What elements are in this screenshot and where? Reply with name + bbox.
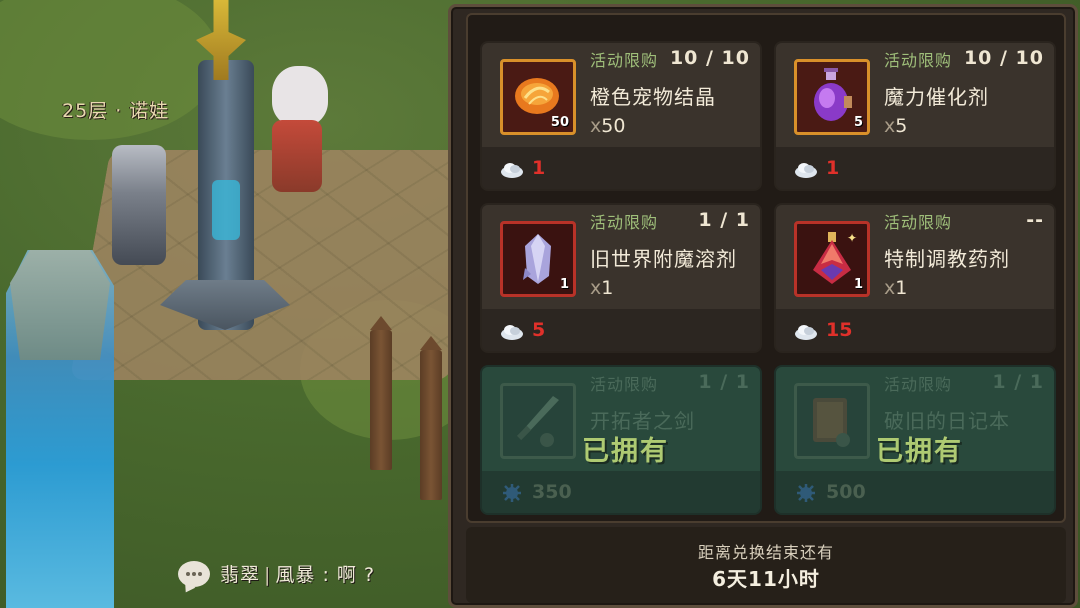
qty-prefix: x	[884, 277, 896, 299]
purchase-limit: 1 / 1	[992, 371, 1044, 393]
purchase-limit: 10 / 10	[963, 47, 1044, 69]
svg-text:✦: ✦	[847, 231, 857, 245]
chat-channel: 翡翠	[220, 564, 261, 586]
item-quantity: x50	[590, 115, 625, 137]
shop-item-card[interactable]: ✦ 1 活动限购 -- 特制调教药剂 x1 15	[774, 203, 1056, 353]
chat-bar[interactable]: 翡翠 | 風暴 : 啊 ?	[178, 560, 375, 587]
shop-item-card-owned[interactable]: 活动限购 1 / 1 开拓者之剑 350 已拥有	[480, 365, 762, 515]
item-quantity: x5	[884, 115, 907, 137]
timer-caption: 距离兑换结束还有	[697, 543, 834, 562]
chat-bubble-icon[interactable]	[178, 560, 210, 587]
exchange-timer: 距离兑换结束还有 6天11小时	[466, 527, 1066, 603]
crystal-stone-cap	[10, 250, 110, 360]
purchase-limit: 1 / 1	[698, 209, 750, 231]
item-price: 1	[532, 157, 546, 179]
shop-panel: 50 活动限购 10 / 10 橙色宠物结晶 x50 1 5 活动限购 10 /…	[448, 4, 1078, 608]
limited-tag: 活动限购	[884, 213, 953, 232]
npc-girl[interactable]	[272, 120, 322, 192]
item-price: 1	[826, 157, 840, 179]
owned-label: 已拥有	[876, 436, 963, 467]
wooden-fence-post	[370, 316, 392, 470]
item-icon-frame: 5	[794, 59, 870, 135]
item-icon-frame	[794, 383, 870, 459]
item-quantity: x1	[590, 277, 613, 299]
qty-value: 1	[601, 277, 614, 299]
chat-separator: |	[264, 564, 272, 586]
item-icon-frame: 1	[500, 221, 576, 297]
npc-girl-hair	[272, 66, 328, 126]
item-name: 魔力催化剂	[884, 85, 989, 109]
qty-value: 1	[895, 277, 908, 299]
gear-currency-icon	[503, 484, 521, 502]
snow-currency-icon	[501, 325, 523, 340]
qty-prefix: x	[590, 277, 602, 299]
shop-item-card[interactable]: 1 活动限购 1 / 1 旧世界附魔溶剂 x1 5	[480, 203, 762, 353]
purchase-limit: 1 / 1	[698, 371, 750, 393]
limited-tag: 活动限购	[590, 51, 659, 70]
item-price: 350	[532, 481, 572, 503]
item-name: 橙色宠物结晶	[590, 85, 716, 109]
floor-label: 25层 · 诺娃	[62, 100, 170, 122]
chat-message: 翡翠 | 風暴 : 啊 ?	[220, 560, 375, 587]
snow-currency-icon	[795, 163, 817, 178]
qty-prefix: x	[590, 115, 602, 137]
purchase-limit: --	[1026, 209, 1044, 231]
shop-item-card-owned[interactable]: 活动限购 1 / 1 破旧的日记本 500 已拥有	[774, 365, 1056, 515]
item-price: 15	[826, 319, 853, 341]
limited-tag: 活动限购	[590, 213, 659, 232]
item-name: 特制调教药剂	[884, 247, 1010, 271]
qty-value: 5	[895, 115, 908, 137]
sword-icon	[516, 396, 559, 447]
limited-tag: 活动限购	[884, 51, 953, 70]
shop-item-card[interactable]: 5 活动限购 10 / 10 魔力催化剂 x5 1	[774, 41, 1056, 191]
qty-prefix: x	[884, 115, 896, 137]
snow-currency-icon	[795, 325, 817, 340]
gear-currency-icon	[797, 484, 815, 502]
item-quantity: x1	[884, 277, 907, 299]
purchase-limit: 10 / 10	[669, 47, 750, 69]
item-price: 5	[532, 319, 546, 341]
journal-icon	[813, 398, 850, 447]
qty-value: 50	[601, 115, 626, 137]
knight-character[interactable]	[112, 145, 166, 265]
limited-tag: 活动限购	[590, 375, 659, 394]
wooden-fence-post	[420, 336, 442, 500]
owned-label: 已拥有	[582, 436, 669, 467]
shop-item-grid[interactable]: 50 活动限购 10 / 10 橙色宠物结晶 x50 1 5 活动限购 10 /…	[466, 13, 1066, 523]
snow-currency-icon	[501, 163, 523, 178]
item-price: 500	[826, 481, 866, 503]
item-icon-count: 50	[550, 115, 569, 130]
timer-value: 6天11小时	[712, 567, 820, 591]
totem-rune-glow	[212, 180, 240, 240]
item-icon-frame	[500, 383, 576, 459]
item-icon-frame: 50	[500, 59, 576, 135]
shop-item-card[interactable]: 50 活动限购 10 / 10 橙色宠物结晶 x50 1	[480, 41, 762, 191]
item-name: 旧世界附魔溶剂	[590, 247, 737, 271]
limited-tag: 活动限购	[884, 375, 953, 394]
item-icon-frame: ✦ 1	[794, 221, 870, 297]
chat-text: 風暴 : 啊 ?	[275, 564, 376, 586]
item-icon-count: 1	[559, 277, 569, 292]
item-icon-count: 1	[853, 277, 863, 292]
item-icon-count: 5	[853, 115, 863, 130]
